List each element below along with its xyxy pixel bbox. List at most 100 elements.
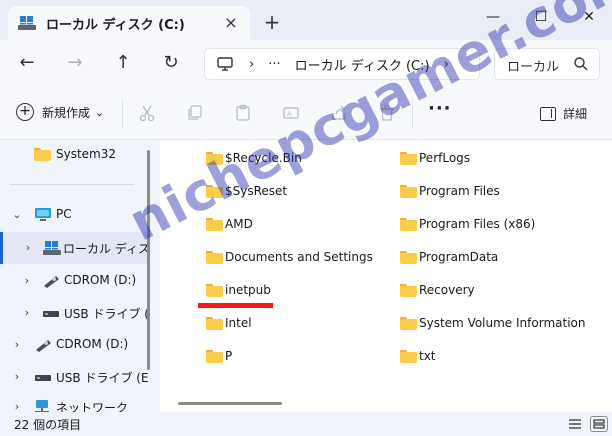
file-name: AMD [225, 217, 253, 231]
toolbar-divider [122, 98, 123, 128]
new-tab-button[interactable]: + [262, 12, 282, 32]
minimize-button[interactable]: — [478, 6, 508, 28]
folder-icon [206, 217, 223, 231]
chevron-right-icon[interactable]: › [22, 274, 32, 287]
address-bar[interactable]: › ··· ローカル ディスク (C:) › [204, 48, 480, 80]
sidebar-scrollbar[interactable] [147, 150, 150, 370]
file-name: PerfLogs [419, 151, 471, 165]
cd-drive-icon [42, 274, 60, 288]
sidebar-item-local-disk[interactable]: › ローカル ディスク [0, 232, 150, 264]
breadcrumb-location[interactable]: ローカル ディスク (C:) [295, 55, 430, 74]
status-bar: 22 個の項目 [0, 412, 612, 436]
file-name: Program Files [419, 184, 500, 198]
list-item[interactable]: System Volume Information [400, 313, 585, 333]
folder-icon [206, 184, 223, 198]
more-options-button[interactable]: ··· [428, 98, 452, 119]
share-icon[interactable] [330, 104, 348, 122]
tiles-view-icon[interactable] [590, 416, 608, 432]
toolbar-divider [412, 98, 413, 128]
sidebar-item-cdrom[interactable]: › CDROM (D:) [0, 330, 150, 360]
details-button[interactable]: 詳細 [540, 105, 587, 122]
sidebar-item-label: ローカル ディスク [63, 242, 150, 256]
folder-icon [400, 283, 417, 297]
list-item[interactable]: PerfLogs [400, 148, 470, 168]
network-icon [34, 400, 52, 412]
breadcrumb-separator[interactable]: › [444, 57, 449, 72]
file-name: Intel [225, 316, 252, 330]
shortcut-folder-icon [206, 250, 223, 264]
folder-icon [400, 250, 417, 264]
title-bar: ローカル ディスク (C:) × + — ☐ ✕ [0, 0, 612, 40]
tab-local-disk[interactable]: ローカル ディスク (C:) × [8, 6, 250, 40]
chevron-right-icon[interactable]: › [12, 370, 22, 383]
usb-drive-icon [34, 370, 52, 384]
list-item[interactable]: Intel [206, 313, 252, 333]
file-name: Recovery [419, 283, 475, 297]
item-count: 22 個の項目 [14, 418, 82, 432]
drive-icon [43, 241, 61, 255]
plus-icon: + [16, 103, 34, 121]
copy-icon[interactable] [186, 104, 204, 122]
up-button[interactable]: ↑ [110, 50, 136, 76]
file-name: ProgramData [419, 250, 499, 264]
breadcrumb-separator[interactable]: › [249, 57, 254, 72]
rename-icon[interactable]: A [282, 104, 300, 122]
list-item[interactable]: Program Files [400, 181, 500, 201]
breadcrumb-ellipsis[interactable]: ··· [268, 57, 280, 72]
command-bar: + 新規作成 ⌄ A ··· 詳細 [0, 86, 612, 140]
chevron-right-icon[interactable]: › [12, 338, 22, 351]
tab-title: ローカル ディスク (C:) [46, 17, 185, 33]
list-item[interactable]: $SysReset [206, 181, 287, 201]
horizontal-scrollbar[interactable] [178, 402, 282, 405]
sidebar-item-label: CDROM (D:) [64, 273, 137, 287]
search-input[interactable]: ローカル [494, 48, 600, 80]
sidebar-item-cdrom[interactable]: › CDROM (D:) [0, 266, 150, 296]
search-icon[interactable] [573, 56, 589, 72]
file-name: Program Files (x86) [419, 217, 536, 231]
list-item[interactable]: P [206, 346, 232, 366]
list-item[interactable]: AMD [206, 214, 253, 234]
new-label: 新規作成 [42, 105, 91, 120]
sidebar-item-label: PC [56, 207, 72, 221]
list-item[interactable]: Recovery [400, 280, 475, 300]
sidebar-item-usb[interactable]: › USB ドライブ (E:) [0, 298, 150, 328]
details-pane-icon [540, 106, 556, 121]
details-view-icon[interactable] [566, 416, 584, 432]
cut-icon[interactable] [138, 104, 156, 122]
list-item[interactable]: Documents and Settings [206, 247, 373, 267]
svg-text:A: A [287, 110, 292, 118]
sidebar-item-network[interactable]: › ネットワーク [0, 392, 150, 412]
list-item[interactable]: Program Files (x86) [400, 214, 535, 234]
chevron-down-icon[interactable]: ⌄ [12, 208, 22, 221]
sidebar-item-system32[interactable]: System32 [0, 140, 150, 170]
back-button[interactable]: ← [14, 50, 40, 76]
drive-icon [18, 16, 36, 30]
file-name: $Recycle.Bin [225, 151, 302, 165]
sidebar-divider [10, 184, 134, 185]
new-button[interactable]: + 新規作成 ⌄ [16, 103, 104, 121]
chevron-right-icon[interactable]: › [23, 241, 33, 254]
sidebar-item-label: USB ドライブ (E:) [64, 307, 150, 321]
forward-button[interactable]: → [62, 50, 88, 76]
delete-icon[interactable] [378, 104, 396, 122]
maximize-button[interactable]: ☐ [526, 6, 556, 28]
list-item[interactable]: inetpub [206, 280, 271, 300]
chevron-right-icon[interactable]: › [22, 306, 32, 319]
chevron-down-icon: ⌄ [95, 105, 105, 119]
paste-icon[interactable] [234, 104, 252, 122]
sidebar-item-label: ネットワーク [56, 401, 129, 412]
close-tab-icon[interactable]: × [222, 14, 240, 32]
list-item[interactable]: txt [400, 346, 436, 366]
folder-icon [400, 184, 417, 198]
list-item[interactable]: ProgramData [400, 247, 498, 267]
file-name: Documents and Settings [225, 250, 373, 264]
list-item[interactable]: $Recycle.Bin [206, 148, 302, 168]
sidebar-item-usb[interactable]: › USB ドライブ (E:) [0, 362, 150, 392]
chevron-right-icon[interactable]: › [12, 400, 22, 412]
pc-icon [34, 208, 52, 222]
folder-icon [400, 217, 417, 231]
sidebar-item-pc[interactable]: ⌄ PC [0, 200, 150, 230]
navigation-bar: ← → ↑ ↻ › ··· ローカル ディスク (C:) › ローカル [0, 40, 612, 86]
close-window-button[interactable]: ✕ [574, 6, 604, 28]
refresh-button[interactable]: ↻ [158, 50, 184, 76]
